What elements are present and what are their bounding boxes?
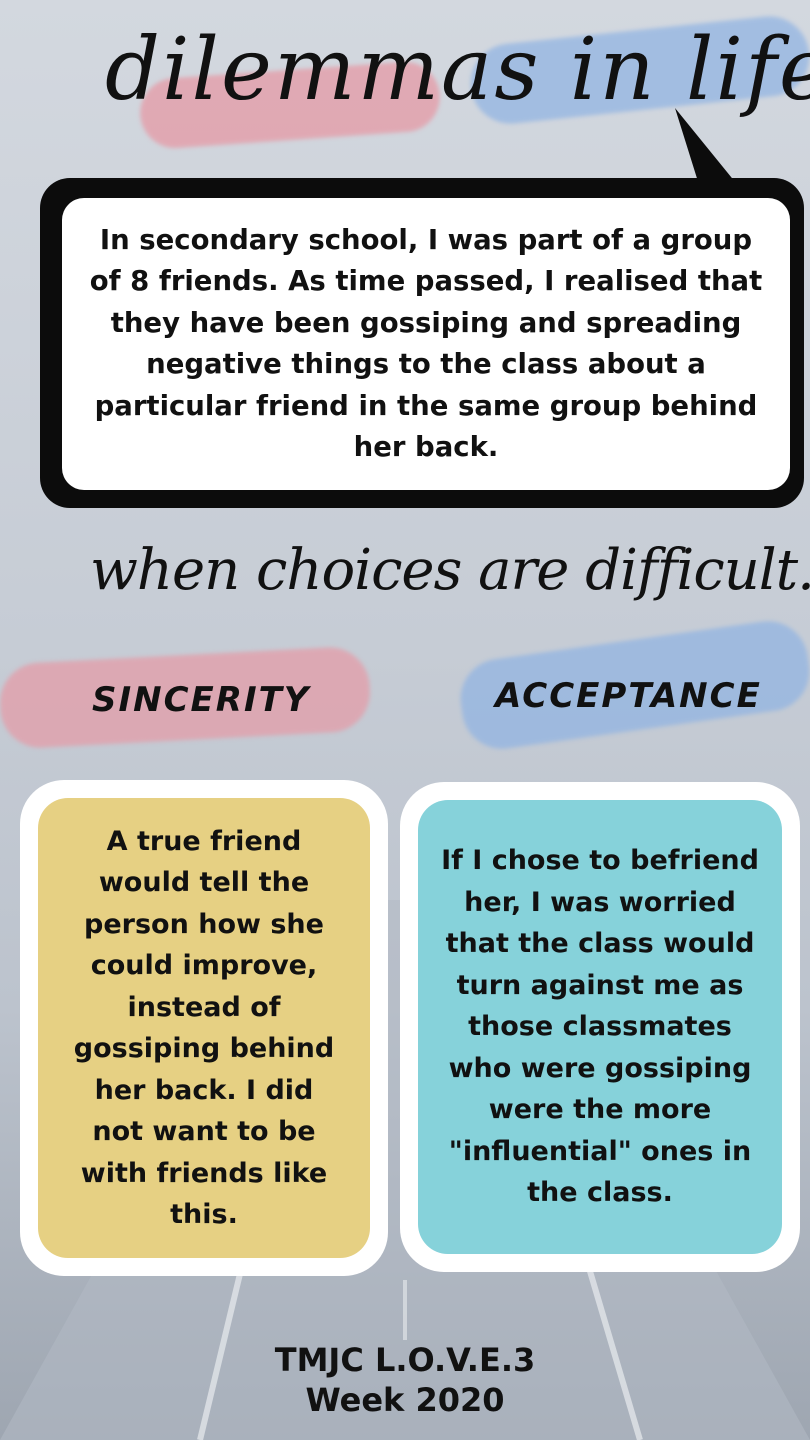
sincerity-label: SINCERITY: [92, 680, 311, 720]
footer-line-2: Week 2020: [305, 1381, 505, 1419]
acceptance-text: If I chose to befriend her, I was worrie…: [441, 845, 759, 1209]
footer: TMJC L.O.V.E.3 Week 2020: [0, 1340, 810, 1420]
speech-bubble-tail: [675, 108, 740, 188]
subtitle: when choices are difficult...: [90, 538, 810, 603]
page-title: dilemmas in life: [105, 20, 810, 120]
story-text: In secondary school, I was part of a gro…: [89, 223, 763, 464]
speech-bubble: In secondary school, I was part of a gro…: [62, 198, 790, 490]
sincerity-card: A true friend would tell the person how …: [38, 798, 370, 1258]
acceptance-label: ACCEPTANCE: [495, 676, 762, 716]
footer-line-1: TMJC L.O.V.E.3: [274, 1341, 536, 1379]
sincerity-text: A true friend would tell the person how …: [73, 825, 335, 1231]
acceptance-card: If I chose to befriend her, I was worrie…: [418, 800, 782, 1254]
